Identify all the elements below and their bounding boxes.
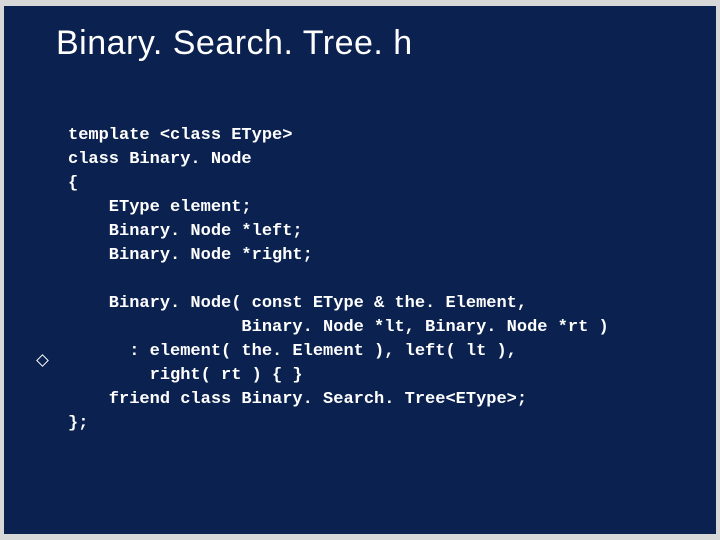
slide: Binary. Search. Tree. h template <class … [4,6,716,534]
bullet-diamond-icon [36,354,49,367]
code-line: EType element; [68,198,252,217]
code-line: Binary. Node( const EType & the. Element… [68,294,527,313]
code-line: Binary. Node *right; [68,246,313,265]
slide-title: Binary. Search. Tree. h [56,24,413,63]
code-line: Binary. Node *left; [68,222,303,241]
code-line: friend class Binary. Search. Tree<EType>… [68,390,527,409]
code-line: right( rt ) { } [68,366,303,385]
code-block: template <class EType> class Binary. Nod… [68,124,609,436]
code-line: Binary. Node *lt, Binary. Node *rt ) [68,318,609,337]
code-line: template <class EType> [68,126,292,145]
code-line: }; [68,414,88,433]
code-line: : element( the. Element ), left( lt ), [68,342,517,361]
code-line: class Binary. Node [68,150,252,169]
code-line: { [68,174,78,193]
